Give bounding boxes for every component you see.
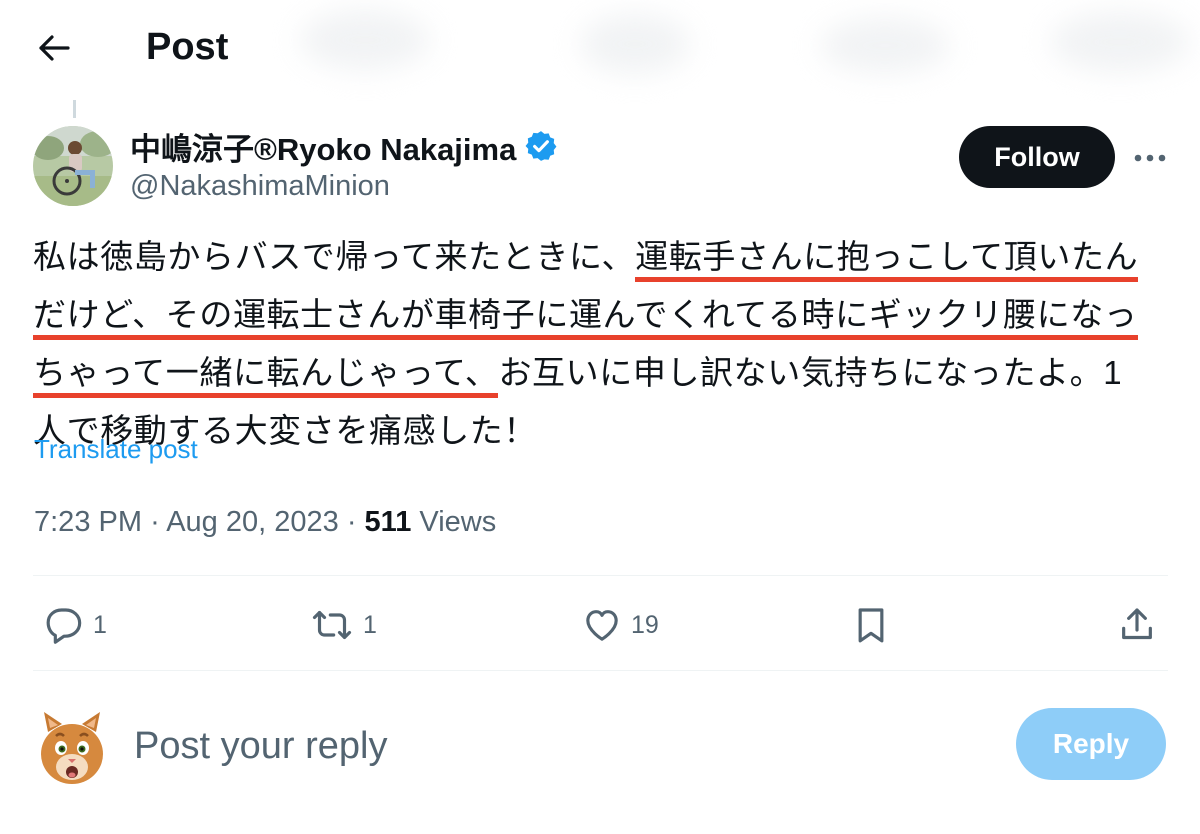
post-text-highlighted-segment: 運転手さんに抱っこして頂いたん bbox=[635, 238, 1139, 282]
divider bbox=[33, 670, 1168, 671]
author-avatar-image bbox=[33, 126, 113, 206]
reply-input[interactable]: Post your reply bbox=[134, 718, 934, 774]
repost-action-button[interactable]: 1 bbox=[309, 600, 377, 650]
heart-icon bbox=[586, 610, 618, 641]
translate-post-link[interactable]: Translate post bbox=[34, 434, 198, 465]
divider bbox=[33, 575, 1168, 576]
follow-button[interactable]: Follow bbox=[959, 126, 1115, 188]
views-label: Views bbox=[419, 506, 497, 538]
top-bar: Post bbox=[0, 0, 1200, 96]
post-text-line: 私は徳島からバスで帰って来たときに、運転手さんに抱っこして頂いたん bbox=[33, 228, 1173, 286]
post-text: 私は徳島からバスで帰って来たときに、運転手さんに抱っこして頂いたん だけど、その… bbox=[33, 228, 1173, 460]
page-title: Post bbox=[146, 26, 229, 68]
post-text-segment: お互いに申し訳ない気持ちになったよ。1 bbox=[498, 354, 1123, 391]
views-count: 511 bbox=[364, 506, 412, 538]
post-date[interactable]: Aug 20, 2023 bbox=[166, 506, 339, 538]
author-handle[interactable]: @NakashimaMinion bbox=[130, 166, 390, 206]
post-text-segment: 私は徳島からバスで帰って来たときに、 bbox=[33, 238, 636, 275]
post-text-highlighted-segment: ちゃって一緒に転んじゃって、 bbox=[33, 354, 499, 398]
share-action-button[interactable] bbox=[1117, 600, 1157, 650]
author-avatar[interactable] bbox=[33, 126, 113, 206]
reply-submit-button[interactable]: Reply bbox=[1016, 708, 1166, 780]
share-upload-icon bbox=[1122, 608, 1152, 640]
action-bar: 1 1 19 bbox=[33, 590, 1168, 662]
reply-count: 1 bbox=[93, 610, 107, 639]
thread-connector-line bbox=[73, 100, 76, 118]
post-text-line: ちゃって一緒に転んじゃって、お互いに申し訳ない気持ちになったよ。1 bbox=[33, 344, 1173, 402]
verified-badge-icon bbox=[524, 129, 558, 163]
repost-icon bbox=[312, 610, 352, 640]
post-time[interactable]: 7:23 PM bbox=[34, 506, 142, 538]
back-button[interactable] bbox=[30, 24, 78, 72]
arrow-left-icon bbox=[39, 35, 70, 61]
cat-avatar-image bbox=[41, 712, 103, 784]
post-text-highlighted-segment: だけど、その運転士さんが車椅子に運んでくれてる時にギックリ腰になっ bbox=[33, 296, 1138, 340]
more-options-button[interactable] bbox=[1132, 140, 1168, 176]
post-text-line: だけど、その運転士さんが車椅子に運んでくれてる時にギックリ腰になっ bbox=[33, 286, 1173, 344]
like-count: 19 bbox=[631, 610, 659, 639]
post-text-line: 人で移動する大変さを痛感した！ bbox=[33, 402, 1173, 460]
meta-separator: · bbox=[150, 506, 160, 538]
repost-count: 1 bbox=[363, 610, 377, 639]
meta-separator: · bbox=[346, 506, 357, 538]
reply-action-button[interactable]: 1 bbox=[43, 600, 107, 650]
bookmark-icon bbox=[858, 608, 884, 643]
post-metadata: 7:23 PM · Aug 20, 2023 · 511 Views bbox=[34, 502, 496, 542]
bookmark-action-button[interactable] bbox=[851, 600, 891, 650]
more-horizontal-icon bbox=[1134, 154, 1166, 162]
like-action-button[interactable]: 19 bbox=[581, 600, 659, 650]
author-name-text: 中嶋涼子®Ryoko Nakajima bbox=[130, 131, 517, 167]
current-user-avatar[interactable] bbox=[36, 710, 108, 790]
author-display-name[interactable]: 中嶋涼子®Ryoko Nakajima bbox=[130, 124, 558, 168]
reply-bubble-icon bbox=[46, 608, 82, 644]
